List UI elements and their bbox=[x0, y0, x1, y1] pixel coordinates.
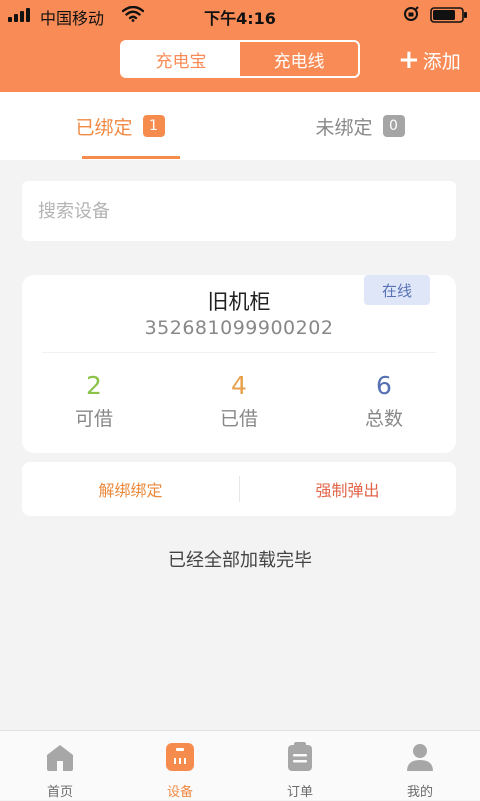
device-id: 352681099900202 bbox=[144, 317, 334, 339]
product-type-toggle: 充电宝 充电线 bbox=[120, 40, 360, 78]
search-box bbox=[22, 181, 456, 241]
unbind-button[interactable]: 解绑绑定 bbox=[22, 462, 239, 516]
bound-count-badge: 1 bbox=[142, 115, 165, 137]
nav-orders-label: 订单 bbox=[286, 785, 313, 800]
stat-total-label: 总数 bbox=[364, 408, 403, 430]
order-icon bbox=[288, 742, 312, 771]
bottom-nav: 首页 设备 订单 我的 bbox=[0, 730, 480, 800]
nav-orders[interactable]: 订单 bbox=[240, 731, 360, 801]
card-divider bbox=[42, 352, 436, 353]
segment-charging-cable[interactable]: 充电线 bbox=[240, 42, 358, 76]
nav-profile[interactable]: 我的 bbox=[360, 731, 480, 801]
stat-total: 6 总数 bbox=[312, 371, 456, 431]
header: 充电宝 充电线 + 添加 bbox=[0, 34, 480, 86]
list-end-text: 已经全部加载完毕 bbox=[168, 550, 312, 571]
nav-home[interactable]: 首页 bbox=[0, 731, 120, 801]
device-name: 旧机柜 bbox=[207, 290, 271, 314]
device-actions: 解绑绑定 强制弹出 bbox=[22, 462, 456, 516]
nav-home-label: 首页 bbox=[46, 785, 73, 800]
nav-device[interactable]: 设备 bbox=[120, 731, 240, 801]
stat-available-label: 可借 bbox=[74, 408, 113, 430]
stat-available: 2 可借 bbox=[22, 371, 166, 431]
user-icon bbox=[407, 744, 433, 771]
plus-icon: + bbox=[398, 45, 420, 75]
binding-tabs: 已绑定 1 未绑定 0 bbox=[0, 92, 480, 160]
tab-unbound-label: 未绑定 bbox=[315, 116, 373, 139]
home-icon bbox=[47, 745, 73, 771]
search-input[interactable] bbox=[36, 199, 442, 223]
add-device-button[interactable]: + 添加 bbox=[398, 46, 461, 74]
segment-power-bank[interactable]: 充电宝 bbox=[122, 42, 240, 76]
stat-borrowed-label: 已借 bbox=[219, 408, 258, 430]
device-icon bbox=[166, 743, 194, 771]
tab-bound-label: 已绑定 bbox=[75, 116, 133, 139]
stat-borrowed: 4 已借 bbox=[167, 371, 311, 431]
tab-unbound[interactable]: 未绑定 0 bbox=[240, 92, 480, 160]
tab-bound[interactable]: 已绑定 1 bbox=[0, 92, 240, 160]
nav-profile-label: 我的 bbox=[406, 785, 433, 800]
unbound-count-badge: 0 bbox=[382, 115, 405, 137]
battery-icon bbox=[430, 7, 467, 23]
add-label: 添加 bbox=[422, 50, 461, 73]
active-tab-indicator bbox=[82, 156, 180, 159]
nav-device-label: 设备 bbox=[166, 785, 193, 800]
device-card[interactable]: 在线 旧机柜 352681099900202 2 可借 4 已借 6 总数 bbox=[22, 275, 456, 453]
stat-available-value: 2 bbox=[86, 371, 102, 400]
top-bar: 中国移动 下午4:16 充电宝 充电线 + 添加 bbox=[0, 0, 480, 92]
status-bar: 中国移动 下午4:16 bbox=[0, 0, 480, 30]
orientation-lock-icon bbox=[404, 6, 419, 21]
stat-borrowed-value: 4 bbox=[231, 371, 247, 400]
force-eject-button[interactable]: 强制弹出 bbox=[239, 462, 456, 516]
stat-total-value: 6 bbox=[376, 371, 392, 400]
